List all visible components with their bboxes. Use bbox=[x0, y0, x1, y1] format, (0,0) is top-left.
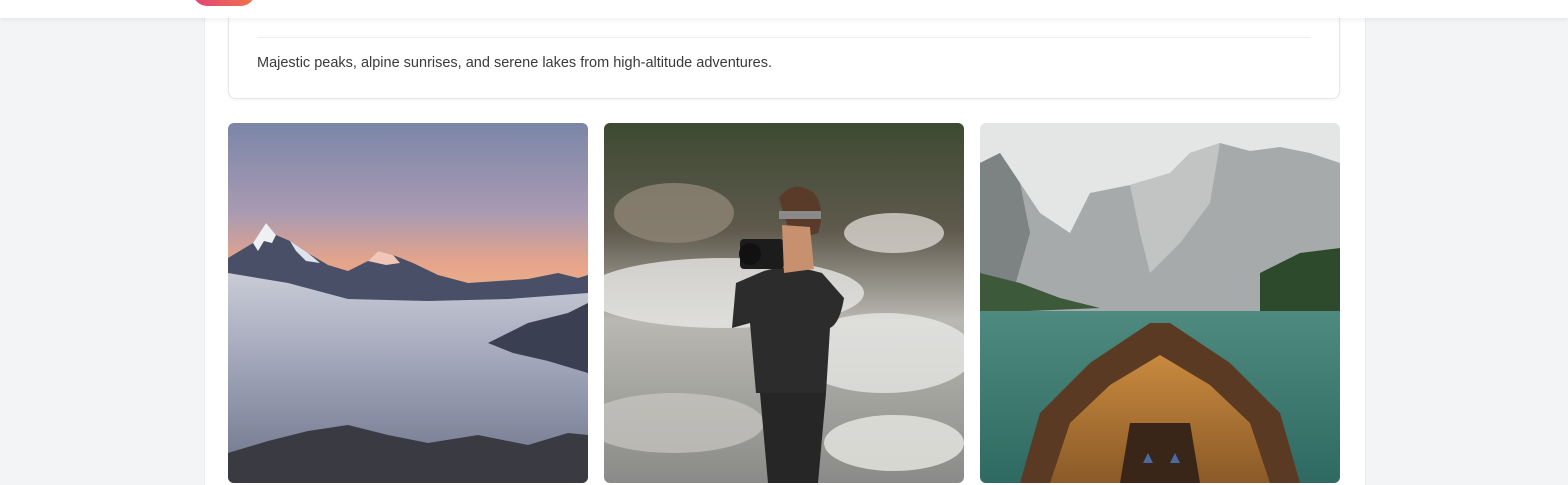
photo-lake-boat[interactable] bbox=[980, 123, 1340, 483]
brand-logo[interactable] bbox=[193, 0, 255, 6]
photo-woman-camera[interactable] bbox=[604, 123, 964, 483]
card-divider bbox=[257, 37, 1311, 38]
top-navigation-bar bbox=[0, 0, 1568, 18]
lake-boat-image bbox=[980, 123, 1340, 483]
album-description: Majestic peaks, alpine sunrises, and ser… bbox=[257, 55, 773, 71]
mountain-sunrise-image bbox=[228, 123, 588, 483]
photo-mountain-sunrise[interactable] bbox=[228, 123, 588, 483]
woman-camera-image bbox=[604, 123, 964, 483]
photo-gallery bbox=[228, 123, 1340, 483]
